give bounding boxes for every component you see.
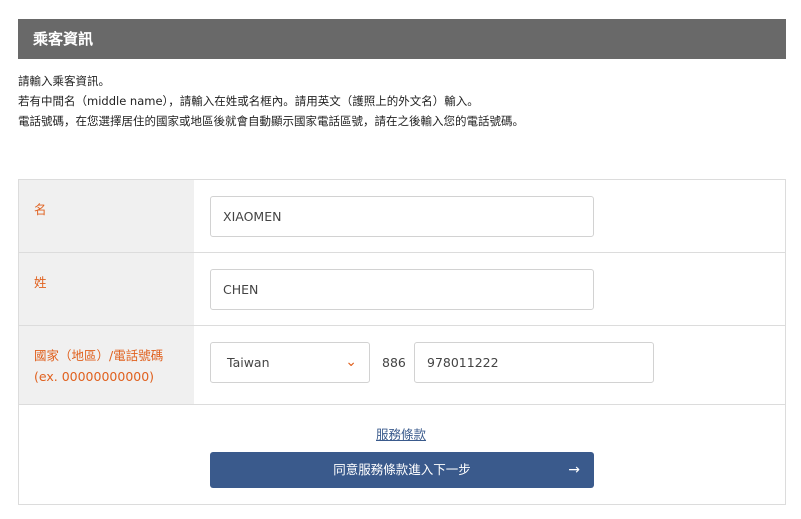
- phone-row: 國家（地區）/電話號碼 (ex. 00000000000) Taiwan ⌄ 8…: [19, 326, 785, 405]
- agree-next-label: 同意服務條款進入下一步: [333, 462, 471, 477]
- phone-label: 國家（地區）/電話號碼 (ex. 00000000000): [19, 326, 194, 404]
- section-title: 乘客資訊: [33, 30, 94, 48]
- first-name-row: 名: [19, 180, 785, 253]
- instruction-line: 請輸入乘客資訊。: [18, 74, 110, 88]
- arrow-right-icon: →: [568, 462, 580, 478]
- terms-link[interactable]: 服務條款: [376, 424, 426, 443]
- phone-hint: (ex. 00000000000): [34, 369, 155, 384]
- country-select[interactable]: Taiwan ⌄: [210, 342, 370, 383]
- chevron-down-icon: ⌄: [345, 354, 357, 370]
- section-header: 乘客資訊: [18, 19, 786, 59]
- instructions: 請輸入乘客資訊。 若有中間名（middle name），請輸入在姓或名框內。請用…: [18, 71, 524, 131]
- dial-code: 886: [382, 355, 406, 370]
- first-name-label: 名: [19, 180, 194, 252]
- instruction-line: 若有中間名（middle name），請輸入在姓或名框內。請用英文（護照上的外文…: [18, 94, 479, 108]
- last-name-input[interactable]: [210, 269, 594, 310]
- country-value: Taiwan: [227, 355, 270, 370]
- phone-label-text: 國家（地區）/電話號碼: [34, 348, 164, 363]
- phone-number-input[interactable]: [414, 342, 654, 383]
- first-name-input[interactable]: [210, 196, 594, 237]
- passenger-form: 名 姓 國家（地區）/電話號碼 (ex. 00000000000) Taiwan…: [18, 179, 786, 505]
- agree-next-button[interactable]: 同意服務條款進入下一步 →: [210, 452, 594, 488]
- last-name-label: 姓: [19, 253, 194, 325]
- last-name-row: 姓: [19, 253, 785, 326]
- instruction-line: 電話號碼，在您選擇居住的國家或地區後就會自動顯示國家電話區號，請在之後輸入您的電…: [18, 114, 524, 128]
